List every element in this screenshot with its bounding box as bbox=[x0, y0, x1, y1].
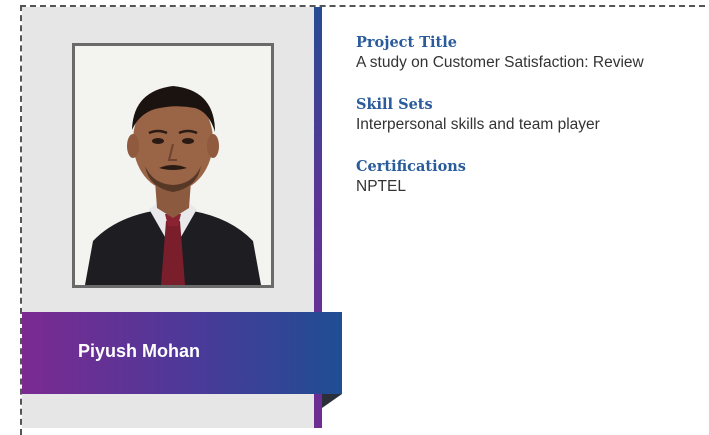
person-portrait-icon bbox=[75, 46, 271, 285]
certifications-block: Certifications NPTEL bbox=[356, 157, 701, 198]
certifications-value: NPTEL bbox=[356, 178, 406, 195]
photo-frame bbox=[72, 43, 274, 288]
skill-sets-block: Skill Sets Interpersonal skills and team… bbox=[356, 95, 701, 136]
skill-sets-label: Skill Sets bbox=[356, 96, 433, 113]
profile-photo bbox=[75, 46, 271, 285]
project-title-block: Project Title A study on Customer Satisf… bbox=[356, 33, 701, 74]
details-section: Project Title A study on Customer Satisf… bbox=[356, 33, 701, 219]
profile-name: Piyush Mohan bbox=[78, 341, 201, 361]
banner-fold bbox=[322, 394, 342, 408]
project-title-label: Project Title bbox=[356, 34, 457, 51]
project-title-value: A study on Customer Satisfaction: Review bbox=[356, 54, 644, 71]
certifications-label: Certifications bbox=[356, 158, 466, 175]
skill-sets-value: Interpersonal skills and team player bbox=[356, 116, 600, 133]
name-banner: Piyush Mohan bbox=[22, 312, 342, 394]
